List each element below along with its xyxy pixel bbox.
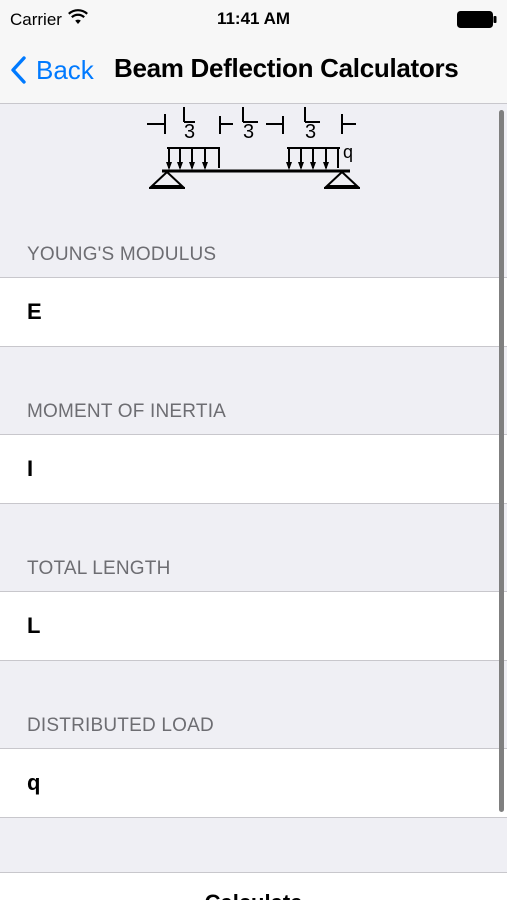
distributed-load-row bbox=[0, 748, 507, 818]
vertical-scrollbar[interactable] bbox=[499, 110, 504, 812]
battery-icon bbox=[457, 11, 497, 28]
status-bar: Carrier 11:41 AM bbox=[0, 0, 507, 40]
moment-of-inertia-input[interactable] bbox=[27, 435, 487, 503]
youngs-modulus-input[interactable] bbox=[27, 278, 487, 346]
total-length-row bbox=[0, 591, 507, 661]
page-title: Beam Deflection Calculators bbox=[114, 53, 459, 83]
app-screen: Carrier 11:41 AM Back Beam Deflection Ca… bbox=[0, 0, 507, 900]
youngs-modulus-header: YOUNG'S MODULUS bbox=[27, 244, 217, 265]
distributed-load-input[interactable] bbox=[27, 749, 487, 817]
load-label: q bbox=[343, 142, 353, 162]
navigation-bar: Back Beam Deflection Calculators bbox=[0, 40, 507, 104]
form-content[interactable]: 3 3 3 q YOUNG'S MODULUS MOMENT OF INERTI… bbox=[0, 104, 507, 900]
moment-of-inertia-row bbox=[0, 434, 507, 504]
distributed-load-header: DISTRIBUTED LOAD bbox=[27, 715, 214, 736]
total-length-header: TOTAL LENGTH bbox=[27, 558, 171, 579]
youngs-modulus-row bbox=[0, 277, 507, 347]
total-length-input[interactable] bbox=[27, 592, 487, 660]
dimension-label-2: 3 bbox=[243, 121, 254, 143]
back-button[interactable]: Back bbox=[10, 50, 94, 90]
dimension-label-3: 3 bbox=[305, 121, 316, 143]
calculate-button[interactable]: Calculate bbox=[0, 872, 507, 900]
moment-of-inertia-header: MOMENT OF INERTIA bbox=[27, 401, 227, 422]
beam-diagram: 3 3 3 q bbox=[0, 104, 507, 194]
chevron-left-icon bbox=[11, 56, 26, 84]
dimension-label-1: 3 bbox=[184, 121, 195, 143]
status-time: 11:41 AM bbox=[216, 9, 291, 28]
back-label: Back bbox=[36, 54, 94, 85]
